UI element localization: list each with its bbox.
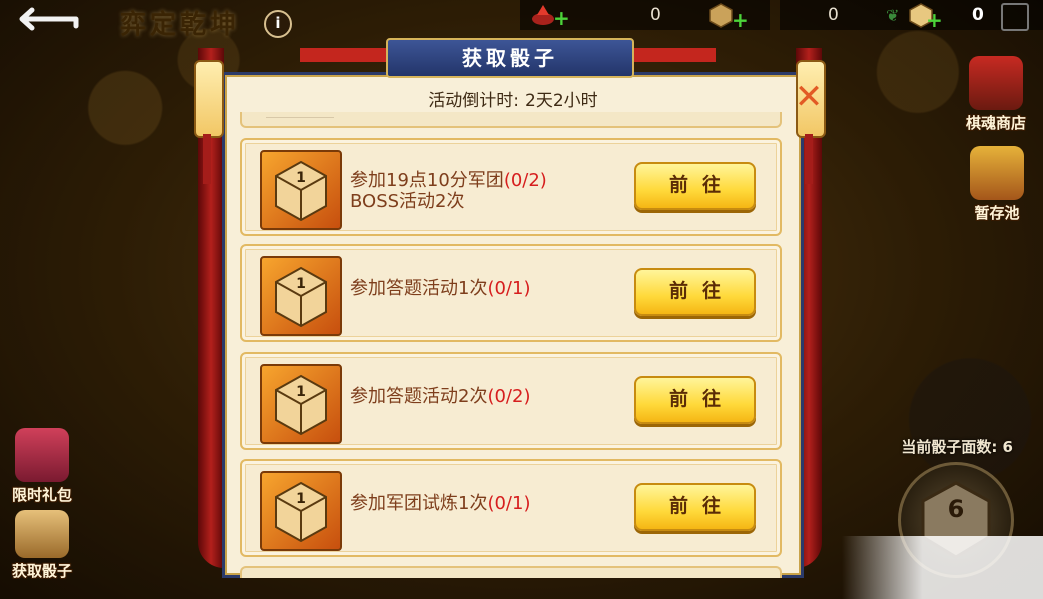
watermark-overlay: [842, 536, 1043, 599]
expand-icon[interactable]: [1001, 3, 1029, 31]
add-dice-icon[interactable]: +: [926, 8, 943, 32]
task-description: 参加答题活动2次(0/2): [350, 386, 530, 407]
dice-face-count: 当前骰子面数: 6: [901, 438, 1013, 456]
task-row: 1 参加19点10分军团(0/2) BOSS活动2次 前往: [240, 138, 782, 236]
countdown-label: 活动倒计时:: [428, 91, 520, 111]
shop-label: 棋魂商店: [965, 114, 1026, 132]
title-ribbon-right: [626, 48, 716, 62]
gift-bag-icon: [15, 428, 69, 482]
task-row: 1 参加答题活动2次(0/2) 前往: [240, 352, 782, 450]
game-title: 弈定乾坤: [120, 10, 241, 40]
back-arrow-icon[interactable]: [18, 6, 80, 32]
resource-value: 0: [650, 5, 661, 25]
task-progress: (0/2): [487, 386, 531, 407]
shop-button[interactable]: 棋魂商店: [958, 56, 1034, 133]
list-scroll-edge: [240, 566, 782, 578]
svg-text:1: 1: [296, 384, 306, 400]
gift-label: 限时礼包: [11, 486, 72, 504]
task-progress: (0/1): [487, 493, 531, 514]
pagoda-icon: [969, 56, 1023, 110]
storage-label: 暂存池: [974, 204, 1020, 222]
dice-reward-icon: 1: [260, 471, 342, 551]
tassel-right: [805, 134, 813, 184]
lantern-left: [194, 60, 224, 138]
dice-icon: [15, 510, 69, 558]
info-icon[interactable]: i: [264, 10, 292, 38]
top-bar: 弈定乾坤 i + 0 + 0 ❦ + 0: [0, 0, 1043, 40]
task-description: 参加军团试炼1次(0/1): [350, 493, 530, 514]
task-row: 1 参加军团试炼1次(0/1) 前往: [240, 459, 782, 557]
task-description: 参加答题活动1次(0/1): [350, 278, 530, 299]
divider: [266, 117, 334, 118]
dice-reward-icon: 1: [260, 256, 342, 336]
task-text-line1: 参加答题活动1次: [350, 278, 488, 299]
title-ribbon-left: [300, 48, 390, 62]
close-icon[interactable]: ✕: [794, 80, 824, 114]
task-text-line1: 参加军团试炼1次: [350, 493, 488, 514]
svg-text:1: 1: [296, 276, 306, 292]
add-crystal-icon[interactable]: +: [553, 6, 570, 30]
go-button[interactable]: 前往: [634, 376, 756, 424]
resource-value: 0: [972, 5, 984, 25]
countdown: 活动倒计时: 2天2小时: [222, 86, 798, 111]
go-button[interactable]: 前往: [634, 162, 756, 210]
task-text-line1: 参加19点10分军团: [350, 170, 504, 191]
go-button[interactable]: 前往: [634, 268, 756, 316]
get-dice-button[interactable]: 获取骰子: [4, 510, 80, 581]
task-description: 参加19点10分军团(0/2) BOSS活动2次: [350, 170, 547, 212]
svg-text:1: 1: [296, 170, 306, 186]
task-text-line1: 参加答题活动2次: [350, 386, 488, 407]
go-button[interactable]: 前往: [634, 483, 756, 531]
resource-value: 0: [828, 5, 839, 25]
storage-button[interactable]: 暂存池: [962, 146, 1032, 223]
svg-text:1: 1: [296, 491, 306, 507]
dice-face-number: 6: [948, 495, 965, 523]
tassel-left: [203, 134, 211, 184]
dice-reward-icon: 1: [260, 364, 342, 444]
task-row: 1 参加答题活动1次(0/1) 前往: [240, 244, 782, 342]
dice-reward-icon: 1: [260, 150, 342, 230]
add-dice-icon[interactable]: +: [732, 8, 749, 32]
dialog-title: 获取骰子: [386, 38, 634, 78]
treasure-chest-icon: [970, 146, 1024, 200]
task-progress: (0/1): [487, 278, 531, 299]
leaf-icon: ❦: [886, 6, 900, 25]
get-dice-label: 获取骰子: [11, 562, 72, 580]
task-progress: (0/2): [503, 170, 547, 191]
gift-button[interactable]: 限时礼包: [4, 428, 80, 505]
task-text-line2: BOSS活动2次: [350, 191, 465, 212]
list-scroll-edge: [240, 112, 782, 128]
countdown-value: 2天2小时: [525, 91, 598, 111]
dice-icon: [709, 3, 733, 28]
